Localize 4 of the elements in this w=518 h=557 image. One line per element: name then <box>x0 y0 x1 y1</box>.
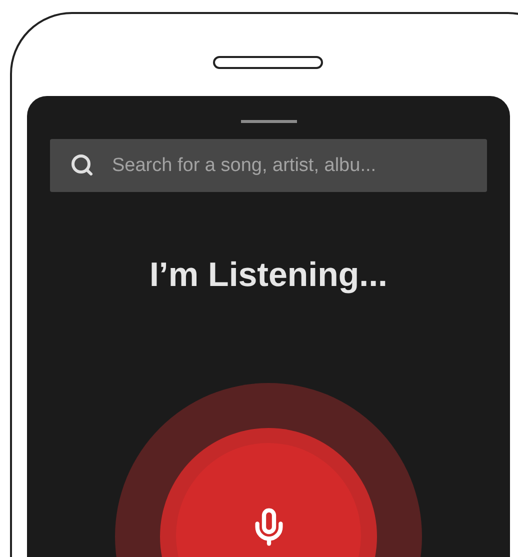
search-field[interactable]: Search for a song, artist, albu... <box>50 139 487 192</box>
search-icon <box>70 153 94 177</box>
listening-heading: I’m Listening... <box>149 255 388 296</box>
drag-handle[interactable] <box>240 120 296 123</box>
